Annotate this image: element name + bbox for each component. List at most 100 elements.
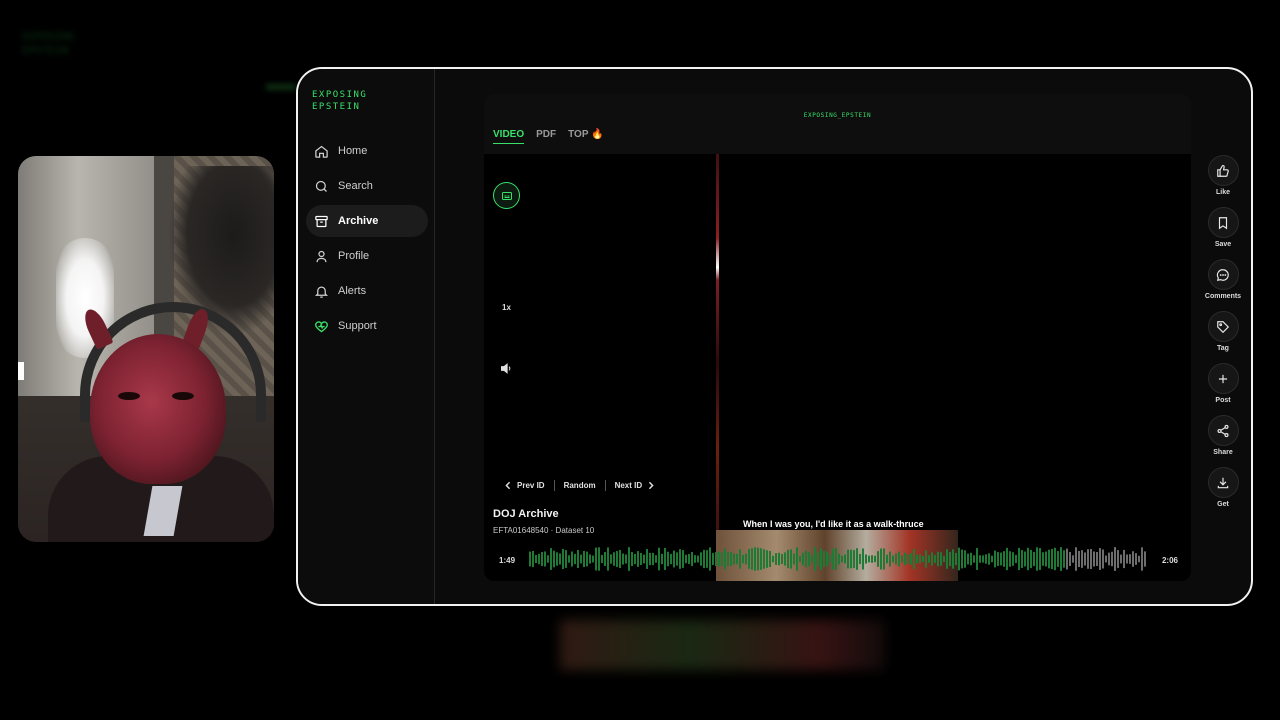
waveform-bar bbox=[904, 552, 906, 566]
waveform-bar bbox=[1069, 552, 1071, 566]
random-button[interactable]: Random bbox=[564, 481, 596, 490]
waveform-bar bbox=[649, 552, 651, 566]
chevron-right-icon bbox=[649, 481, 654, 490]
background-logo-blur: EXPOSING EPSTEIN bbox=[22, 30, 75, 57]
waveform-bar bbox=[1015, 554, 1017, 564]
download-icon bbox=[1217, 477, 1229, 488]
get-button[interactable]: Get bbox=[1206, 467, 1240, 508]
waveform-bar bbox=[973, 555, 975, 563]
waveform-bar bbox=[1012, 552, 1014, 566]
waveform-bar bbox=[946, 549, 948, 569]
waveform-bar bbox=[793, 553, 795, 565]
waveform-bar bbox=[601, 554, 603, 564]
sidebar-item-search[interactable]: Search bbox=[306, 170, 428, 202]
waveform-bar bbox=[574, 553, 576, 565]
waveform-bar bbox=[1057, 551, 1059, 567]
waveform-bar bbox=[580, 554, 582, 564]
background-blur-accent bbox=[266, 84, 296, 90]
waveform-bar bbox=[646, 549, 648, 569]
search-icon bbox=[315, 180, 327, 192]
waveform-bar bbox=[1033, 551, 1035, 567]
waveform-bar bbox=[895, 553, 897, 565]
waveform-bar bbox=[1000, 552, 1002, 566]
waveform-bar bbox=[634, 553, 636, 565]
app-logo[interactable]: EXPOSING EPSTEIN bbox=[312, 89, 367, 113]
like-button[interactable]: Like bbox=[1206, 155, 1240, 196]
sidebar-item-label: Home bbox=[338, 145, 368, 157]
waveform-bar bbox=[670, 553, 672, 565]
waveform-bar bbox=[928, 555, 930, 563]
captions-button[interactable] bbox=[493, 182, 520, 209]
divider bbox=[553, 480, 555, 491]
waveform-bar bbox=[664, 548, 666, 570]
waveform-bar bbox=[724, 548, 726, 570]
waveform-bar bbox=[1102, 549, 1104, 569]
waveform-bar bbox=[751, 548, 753, 570]
waveform-bar bbox=[622, 553, 624, 565]
waveform-bar bbox=[736, 553, 738, 565]
sidebar-item-home[interactable]: Home bbox=[306, 135, 428, 167]
waveform-bar bbox=[1090, 548, 1092, 570]
waveform-bar bbox=[850, 549, 852, 569]
waveform-bar bbox=[997, 552, 999, 566]
waveform-bar bbox=[772, 555, 774, 563]
playback-speed-button[interactable]: 1x bbox=[502, 303, 511, 312]
comment-icon bbox=[1216, 268, 1229, 281]
waveform-bar bbox=[559, 553, 561, 565]
waveform-bar bbox=[706, 550, 708, 568]
waveform-bar bbox=[817, 551, 819, 567]
waveform-bar bbox=[691, 551, 693, 567]
waveform-progress-bar[interactable] bbox=[529, 546, 1149, 572]
waveform-bar bbox=[757, 547, 759, 571]
waveform-bar bbox=[733, 553, 735, 565]
volume-icon[interactable] bbox=[499, 361, 514, 376]
tab-top[interactable]: TOP 🔥 bbox=[568, 129, 603, 144]
waveform-bar bbox=[943, 555, 945, 563]
next-id-button[interactable]: Next ID bbox=[615, 481, 656, 490]
tab-pdf[interactable]: PDF bbox=[536, 129, 556, 144]
waveform-bar bbox=[673, 550, 675, 568]
waveform-bar bbox=[1024, 551, 1026, 567]
waveform-bar bbox=[994, 550, 996, 568]
tag-button[interactable]: Tag bbox=[1206, 311, 1240, 352]
waveform-bar bbox=[541, 552, 543, 566]
waveform-bar bbox=[847, 549, 849, 569]
tab-video[interactable]: VIDEO bbox=[493, 129, 525, 144]
waveform-bar bbox=[781, 554, 783, 564]
waveform-bar bbox=[1066, 548, 1068, 570]
waveform-bar bbox=[760, 548, 762, 570]
app-window: EXPOSING EPSTEIN Home Search Archive Pro… bbox=[296, 67, 1253, 606]
waveform-bar bbox=[688, 553, 690, 565]
plus-icon bbox=[1218, 374, 1228, 383]
waveform-bar bbox=[838, 553, 840, 565]
sidebar-nav: Home Search Archive Profile Alerts Suppo… bbox=[306, 135, 428, 345]
waveform-bar bbox=[715, 552, 717, 566]
waveform-bar bbox=[1114, 547, 1116, 571]
prev-id-button[interactable]: Prev ID bbox=[504, 481, 545, 490]
waveform-bar bbox=[742, 554, 744, 564]
tag-icon bbox=[1217, 320, 1230, 333]
waveform-bar bbox=[1072, 555, 1074, 563]
sidebar-item-archive[interactable]: Archive bbox=[306, 205, 428, 237]
waveform-bar bbox=[877, 551, 879, 567]
waveform-bar bbox=[970, 552, 972, 566]
comments-button[interactable]: Comments bbox=[1205, 259, 1241, 300]
share-button[interactable]: Share bbox=[1206, 415, 1240, 456]
waveform-bar bbox=[550, 548, 552, 570]
waveform-bar bbox=[1144, 551, 1146, 567]
waveform-bar bbox=[880, 548, 882, 570]
save-button[interactable]: Save bbox=[1206, 207, 1240, 248]
waveform-bar bbox=[844, 554, 846, 564]
waveform-bar bbox=[1135, 553, 1137, 565]
waveform-bar bbox=[976, 548, 978, 570]
video-player[interactable] bbox=[484, 154, 1191, 581]
waveform-bar bbox=[1096, 552, 1098, 566]
waveform-bar bbox=[1084, 552, 1086, 566]
sidebar-item-profile[interactable]: Profile bbox=[306, 240, 428, 272]
sidebar-item-alerts[interactable]: Alerts bbox=[306, 275, 428, 307]
post-button[interactable]: Post bbox=[1206, 363, 1240, 404]
waveform-bar bbox=[826, 551, 828, 567]
waveform-bar bbox=[808, 552, 810, 566]
sidebar-item-support[interactable]: Support bbox=[306, 310, 428, 342]
waveform-bar bbox=[547, 555, 549, 563]
